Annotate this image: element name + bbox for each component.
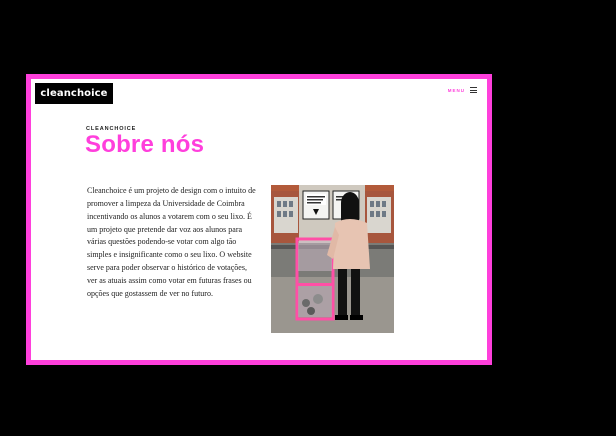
page-title: Sobre nós [85, 131, 205, 158]
about-paragraph: Cleanchoice é um projeto de design com o… [87, 186, 256, 298]
menu-label: MENU [447, 87, 465, 93]
hamburger-menu-icon [470, 87, 477, 93]
project-photo [271, 185, 394, 333]
logo[interactable]: cleanchoice [35, 83, 113, 104]
menu-button[interactable]: MENU [448, 87, 477, 93]
page-frame: cleanchoice MENU CLEANCHOICE Sobre nós C… [26, 74, 492, 365]
